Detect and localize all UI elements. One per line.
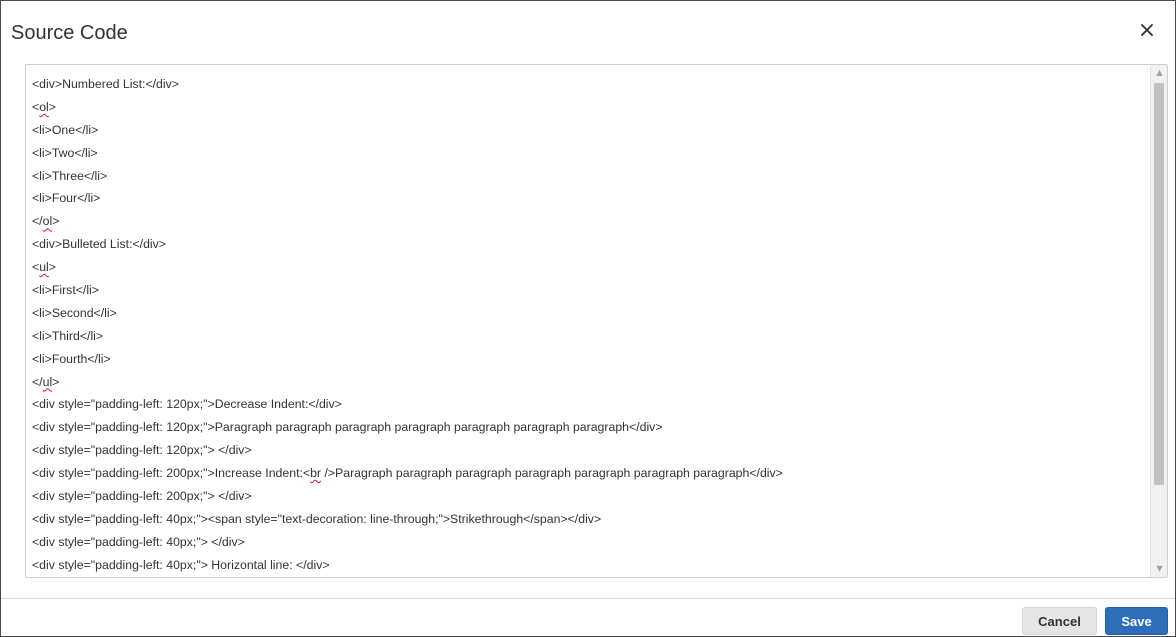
code-line: <div style="padding-left: 200px;"> </div… [32,485,1150,508]
code-text: <li>Three</li> [32,168,108,183]
code-text: <div>Bulleted List:</div> [32,237,166,252]
code-line: <div style="padding-left: 40px;"><span s… [32,508,1150,531]
code-text: <li>Second</li> [32,305,117,320]
code-line: <li>Fourth</li> [32,348,1150,371]
code-text: > [48,260,56,275]
source-code-editor[interactable]: <div>Numbered List:</div> <ol> <li>One</li… [25,64,1168,578]
code-text: <div style="padding-left: 200px;"> </div… [32,489,252,504]
source-code-dialog: Source Code × <div>Numbered List:</div> <… [0,0,1176,637]
code-text: <div style="padding-left: 120px;"> </div… [32,443,252,458]
code-line: <li>One</li> [32,119,1150,142]
spellcheck-flagged-word: ol [42,214,53,229]
code-text: > [52,374,60,389]
code-line: <li>Two</li> [32,142,1150,165]
code-line: </ol> [32,210,1150,233]
scroll-down-icon[interactable]: ▼ [1151,561,1167,577]
code-line: <li>Four</li> [32,187,1150,210]
code-text: <div style="padding-left: 120px;">Paragr… [32,420,663,435]
code-text: <li>Four</li> [32,191,101,206]
code-line: <div style="padding-left: 120px;">Decrea… [32,393,1150,416]
code-line: <li>Second</li> [32,302,1150,325]
source-code-textarea[interactable]: <div>Numbered List:</div> <ol> <li>One</li… [26,65,1150,577]
spellcheck-flagged-word: ul [39,260,49,275]
code-text: </ [32,374,43,389]
code-line: <div style="padding-left: 120px;">Paragr… [32,416,1150,439]
save-button[interactable]: Save [1105,607,1168,635]
code-text: > [48,99,56,114]
code-line: <ol> [32,96,1150,119]
spellcheck-flagged-word: ul [42,374,53,389]
scroll-up-icon[interactable]: ▲ [1151,65,1167,81]
vertical-scrollbar[interactable]: ▲ ▼ [1150,65,1167,577]
code-line: <li>Three</li> [32,165,1150,188]
code-text: </ [32,214,43,229]
spellcheck-flagged-word: br [310,466,322,481]
code-line: <div style="padding-left: 40px;"> </div> [32,531,1150,554]
cancel-button[interactable]: Cancel [1022,607,1097,635]
code-text: <div style="padding-left: 40px;"><span s… [32,511,602,526]
code-text: <div>Numbered List:</div> [32,77,179,91]
scrollbar-thumb[interactable] [1154,83,1164,485]
code-text: <li>One</li> [32,122,99,137]
code-text: />Paragraph paragraph paragraph paragrap… [321,466,783,481]
code-line: <ul> [32,256,1150,279]
code-text: > [52,214,60,229]
code-text: <li>Fourth</li> [32,351,111,366]
code-text: <div style="padding-left: 40px;"> Horizo… [32,557,330,572]
code-line: <div style="padding-left: 200px;">Increa… [32,462,1150,485]
code-text: <div style="padding-left: 200px;">Increa… [32,466,311,481]
footer-divider [1,598,1175,599]
code-line: <div>Numbered List:</div> [32,73,1150,96]
close-icon[interactable]: × [1137,20,1157,42]
code-text: <div style="padding-left: 40px;"> </div> [32,534,245,549]
code-line: <li>Third</li> [32,325,1150,348]
code-line: <li>First</li> [32,279,1150,302]
code-text: <div style="padding-left: 120px;">Decrea… [32,397,342,412]
dialog-header: Source Code × [1,1,1175,63]
code-text: <li>Third</li> [32,328,104,343]
code-line: </ul> [32,371,1150,394]
code-line: <div style="padding-left: 40px;"> Horizo… [32,554,1150,577]
code-text: <li>First</li> [32,283,99,298]
code-line: <div>Bulleted List:</div> [32,233,1150,256]
code-line: <div style="padding-left: 120px;"> </div… [32,439,1150,462]
code-text: <li>Two</li> [32,145,98,160]
spellcheck-flagged-word: ol [39,99,49,114]
dialog-title: Source Code [11,22,128,44]
